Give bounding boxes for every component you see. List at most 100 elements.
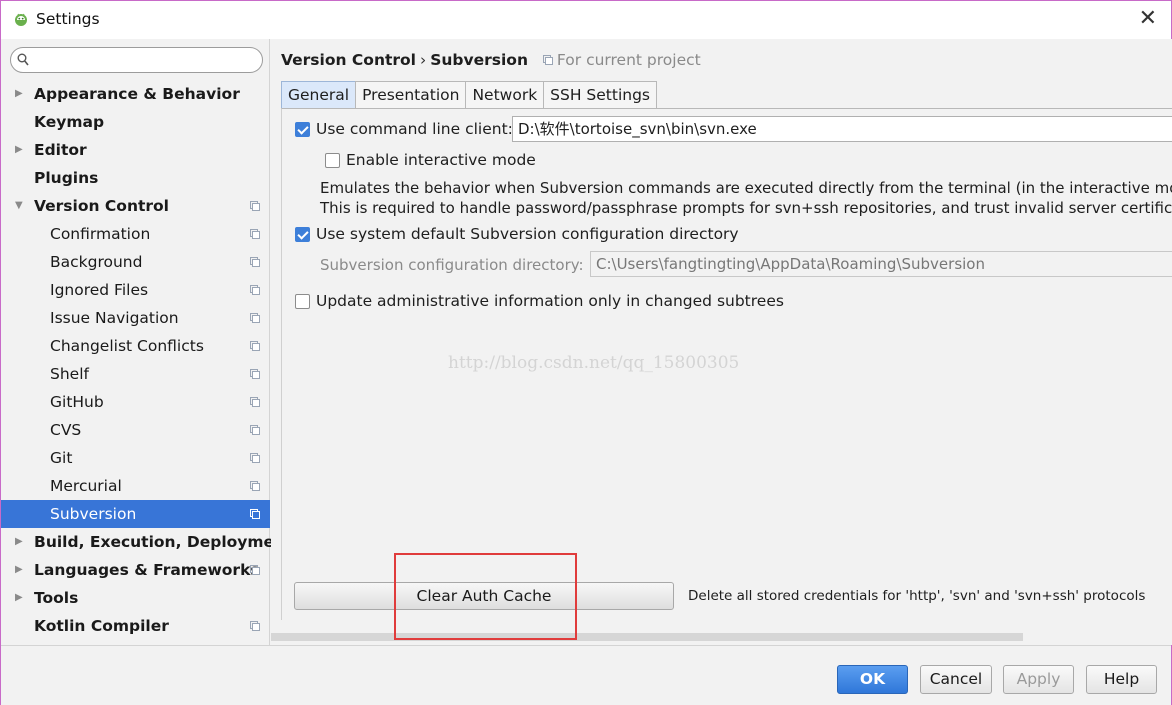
tab-general[interactable]: General [281,81,357,109]
watermark-text: http://blog.csdn.net/qq_15800305 [448,353,740,373]
project-scope-icon [250,565,260,575]
tab-network[interactable]: Network [465,81,545,109]
tab-presentation[interactable]: Presentation [355,81,467,109]
expand-right-icon[interactable]: ▶ [15,556,23,584]
sidebar-item-label: CVS [50,421,82,439]
ok-button[interactable]: OK [837,665,908,694]
update-admin-checkbox[interactable] [295,294,310,309]
project-scope-icon [250,341,260,351]
sidebar-item-label: Git [50,449,73,467]
project-scope-icon [250,397,260,407]
interactive-description-line2: This is required to handle password/pass… [320,199,1172,217]
expand-right-icon[interactable]: ▶ [15,584,23,612]
scope-label: For current project [556,51,701,69]
sidebar-item-changelist-conflicts[interactable]: Changelist Conflicts [1,332,270,360]
settings-window: Settings ✕ ▶ Appearance & Behavior Keymap ▶… [0,0,1172,705]
help-button[interactable]: Help [1086,665,1157,694]
project-scope-icon [250,285,260,295]
expand-down-icon[interactable]: ▼ [15,192,23,220]
sidebar-item-label: GitHub [50,393,104,411]
sidebar-item-issue-navigation[interactable]: Issue Navigation [1,304,270,332]
cancel-button[interactable]: Cancel [920,665,992,694]
scope-indicator: For current project [542,51,701,69]
project-scope-icon [250,369,260,379]
sidebar-item-version-control[interactable]: ▼ Version Control [1,192,270,220]
project-scope-icon [250,313,260,323]
project-scope-icon [250,453,260,463]
sidebar-item-git[interactable]: Git [1,444,270,472]
clear-auth-description: Delete all stored credentials for 'http'… [688,588,1146,604]
sidebar-item-confirmation[interactable]: Confirmation [1,220,270,248]
sidebar-item-label: Issue Navigation [50,309,179,327]
config-directory-label: Subversion configuration directory: [320,256,584,274]
sidebar-item-label: Background [50,253,143,271]
sidebar-item-label: Editor [34,141,87,159]
use-command-line-checkbox[interactable] [295,122,310,137]
project-scope-icon [250,425,260,435]
project-scope-icon [250,481,260,491]
title-bar: Settings ✕ [1,1,1171,39]
sidebar-item-tools[interactable]: ▶ Tools [1,584,270,612]
use-command-line-label: Use command line client: [316,120,513,138]
settings-sidebar: ▶ Appearance & Behavior Keymap ▶ Editor Plugi… [1,39,293,645]
sidebar-item-label: Mercurial [50,477,122,495]
tab-strip: General Presentation Network SSH Settings [281,81,658,109]
sidebar-item-label: Ignored Files [50,281,149,299]
breadcrumb-subversion: Subversion [430,51,528,69]
project-scope-icon [250,201,260,211]
sidebar-item-shelf[interactable]: Shelf [1,360,270,388]
settings-search[interactable] [10,47,263,73]
android-studio-icon [15,13,27,26]
sidebar-item-label: Plugins [34,169,99,187]
search-input[interactable] [33,50,253,70]
project-scope-icon [250,509,260,519]
sidebar-item-editor[interactable]: ▶ Editor [1,136,270,164]
apply-button[interactable]: Apply [1003,665,1074,694]
search-icon [17,53,29,66]
sidebar-item-label: Appearance & Behavior [34,85,240,103]
settings-content: Version Control › Subversion For current p… [271,39,1172,645]
sidebar-item-kotlin-compiler[interactable]: Kotlin Compiler [1,612,270,640]
sidebar-item-github[interactable]: GitHub [1,388,270,416]
sidebar-item-background[interactable]: Background [1,248,270,276]
dialog-footer: OK Cancel Apply Help [1,645,1171,705]
config-directory-input[interactable]: C:\Users\fangtingting\AppData\Roaming\Su… [590,251,1172,277]
sidebar-item-subversion[interactable]: Subversion [1,500,270,528]
close-icon[interactable]: ✕ [1139,7,1157,31]
sidebar-item-cvs[interactable]: CVS [1,416,270,444]
interactive-mode-label: Enable interactive mode [346,151,536,169]
tab-ssh-settings[interactable]: SSH Settings [543,81,658,109]
sidebar-item-label: Version Control [34,197,169,215]
sidebar-item-keymap[interactable]: Keymap [1,108,270,136]
sidebar-item-ignored-files[interactable]: Ignored Files [1,276,270,304]
project-scope-icon [542,55,553,65]
interactive-description-line1: Emulates the behavior when Subversion co… [320,179,1172,197]
sidebar-item-label: Languages & Frameworks [34,561,260,579]
sidebar-item-label: Subversion [50,505,137,523]
sidebar-item-build-execution-deployment[interactable]: ▶ Build, Execution, Deployment [1,528,293,556]
clear-auth-cache-button[interactable]: Clear Auth Cache [294,582,674,610]
sidebar-item-label: Kotlin Compiler [34,617,169,635]
expand-right-icon[interactable]: ▶ [15,528,23,556]
use-system-config-checkbox[interactable] [295,227,310,242]
sidebar-item-mercurial[interactable]: Mercurial [1,472,270,500]
general-panel: Use command line client: D:\软件\tortoise_… [281,108,1172,620]
sidebar-item-label: Changelist Conflicts [50,337,204,355]
sidebar-item-label: Shelf [50,365,89,383]
update-admin-label: Update administrative information only i… [316,292,784,310]
window-title: Settings [36,10,100,28]
sidebar-item-plugins[interactable]: Plugins [1,164,270,192]
sidebar-item-appearance-behavior[interactable]: ▶ Appearance & Behavior [1,80,270,108]
horizontal-scrollbar[interactable] [271,633,1023,641]
expand-right-icon[interactable]: ▶ [15,136,23,164]
breadcrumb-separator: › [420,51,427,69]
sidebar-item-languages-frameworks[interactable]: ▶ Languages & Frameworks [1,556,270,584]
command-line-path-input[interactable]: D:\软件\tortoise_svn\bin\svn.exe [512,116,1172,142]
sidebar-item-label: Build, Execution, Deployment [34,533,293,551]
project-scope-icon [250,621,260,631]
expand-right-icon[interactable]: ▶ [15,80,23,108]
breadcrumb-version-control: Version Control [281,51,416,69]
interactive-mode-checkbox[interactable] [325,153,340,168]
sidebar-item-label: Confirmation [50,225,151,243]
settings-tree: ▶ Appearance & Behavior Keymap ▶ Editor Plugi… [1,80,293,640]
